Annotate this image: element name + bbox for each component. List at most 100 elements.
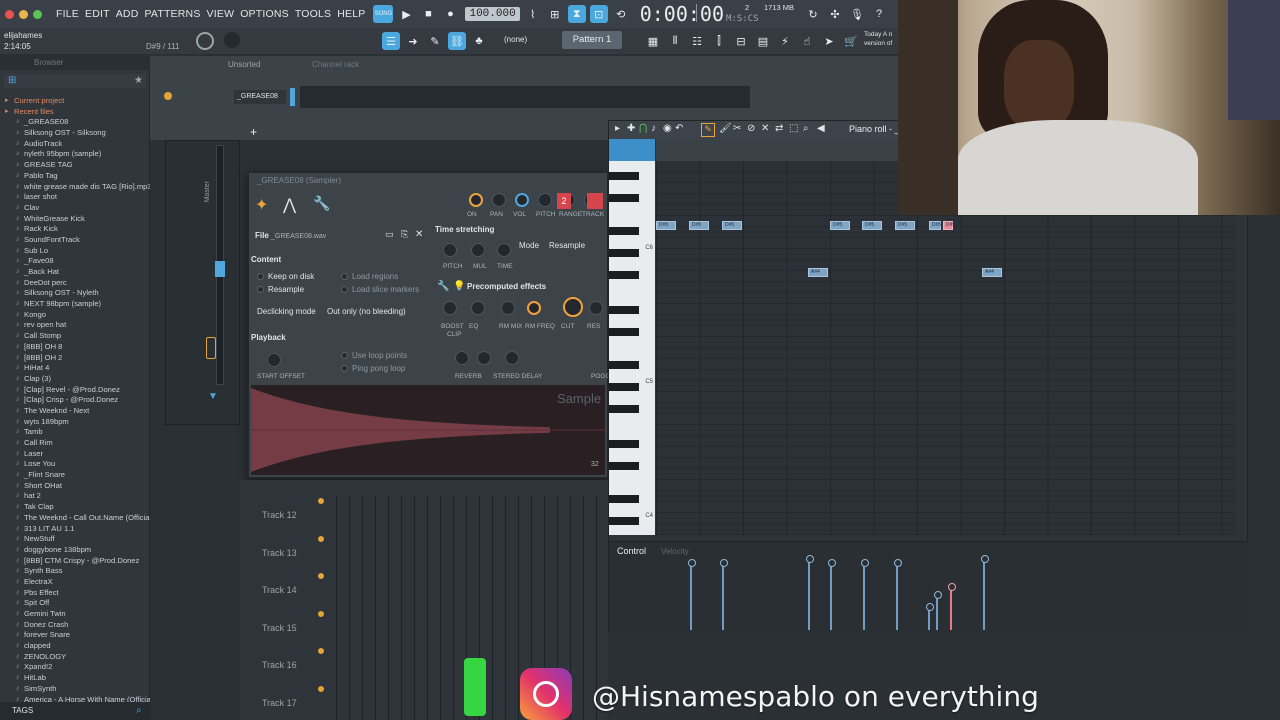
star-icon[interactable]: ★	[134, 75, 143, 86]
mixer-fx-button[interactable]	[206, 337, 216, 359]
browser-item[interactable]: Pbs Effect	[0, 588, 150, 599]
arrow-icon[interactable]: ➜	[404, 32, 422, 50]
browser-item[interactable]: doggybone 138bpm	[0, 545, 150, 556]
record-pr-icon[interactable]: ◉	[663, 123, 672, 134]
load-regions-option[interactable]: Load regions	[341, 272, 398, 281]
keep-on-disk-option[interactable]: Keep on disk	[257, 272, 314, 281]
track-mute-led[interactable]	[318, 648, 324, 654]
reverb-knob[interactable]	[455, 351, 469, 365]
channel-steps[interactable]	[300, 86, 750, 108]
search-icon[interactable]: ⌕	[136, 705, 142, 716]
fx-knob-rm-mix[interactable]	[501, 301, 515, 315]
menu-help[interactable]: HELP	[337, 8, 365, 20]
browser-icon[interactable]: ⊟	[732, 32, 750, 50]
browser-item[interactable]: [Clap] Crisp - @Prod.Donez	[0, 395, 150, 406]
velocity-bar[interactable]	[828, 559, 836, 630]
menu-file[interactable]: FILE	[56, 8, 79, 20]
browser-item[interactable]: _Fave08	[0, 256, 150, 267]
browser-item[interactable]: The Weeknd - Next	[0, 406, 150, 417]
browser-item[interactable]: clapped	[0, 641, 150, 652]
none-selector[interactable]: (none)	[504, 35, 527, 44]
fx-knob-cut[interactable]	[563, 297, 583, 317]
countdown-icon[interactable]: ⧗	[567, 5, 586, 23]
top-knob-on[interactable]	[469, 193, 483, 207]
load-slice-option[interactable]: Load slice markers	[341, 285, 419, 294]
wrench-icon[interactable]: 🔧	[313, 195, 330, 212]
load-regions-check[interactable]	[341, 273, 348, 281]
browser-item[interactable]: Donez Crash	[0, 620, 150, 631]
browser-item[interactable]: Tamb	[0, 427, 150, 438]
sampler-settings-icon[interactable]: ✦	[255, 195, 268, 215]
pitch-knob[interactable]	[443, 243, 457, 257]
black-key[interactable]	[609, 306, 639, 314]
browser-item[interactable]: [Clap] Revel - @Prod.Donez	[0, 385, 150, 396]
browser-item[interactable]: Synth Bass	[0, 566, 150, 577]
resample-radio[interactable]	[257, 286, 264, 294]
browser-item[interactable]: nyleth 95bpm (sample)	[0, 149, 150, 160]
browser-item[interactable]: Sub Lo	[0, 246, 150, 257]
select-icon[interactable]: ⬚	[789, 123, 798, 134]
browser-item[interactable]: HitLab	[0, 673, 150, 684]
speaker-icon[interactable]: ◀	[817, 123, 825, 134]
mixer-fader[interactable]	[215, 261, 225, 277]
undo-icon[interactable]: ↶	[675, 123, 683, 134]
menu-patterns[interactable]: PATTERNS	[144, 8, 200, 20]
maximize-icon[interactable]	[33, 9, 42, 19]
channel-mute-led[interactable]	[164, 92, 172, 100]
arrow-right-icon[interactable]: ➤	[820, 32, 838, 50]
browser-item[interactable]: _GREASE08	[0, 117, 150, 128]
browser-item[interactable]: Clav	[0, 203, 150, 214]
start-offset-knob[interactable]	[267, 353, 281, 367]
track-mute-led[interactable]	[318, 573, 324, 579]
top-knob-pitch[interactable]	[538, 193, 552, 207]
browser-item[interactable]: Laser	[0, 449, 150, 460]
black-key[interactable]	[609, 383, 639, 391]
fx-knob-boost[interactable]	[443, 301, 457, 315]
black-key[interactable]	[609, 194, 639, 202]
menu-options[interactable]: OPTIONS	[240, 8, 289, 20]
top-knob-pan[interactable]	[492, 193, 506, 207]
resample-option[interactable]: Resample	[257, 285, 304, 294]
arrow-right-icon-pr[interactable]: ▸	[615, 123, 620, 134]
channel-number[interactable]: 2	[557, 193, 571, 209]
playlist-icon[interactable]: ☰	[382, 32, 400, 50]
browser-item[interactable]: NEXT 98bpm (sample)	[0, 299, 150, 310]
browser-item[interactable]: Lose You	[0, 459, 150, 470]
track-mute-led[interactable]	[318, 535, 324, 542]
black-key[interactable]	[609, 271, 639, 279]
song-mode-toggle[interactable]: SONG	[373, 5, 394, 23]
minimize-icon[interactable]	[19, 9, 28, 19]
channel-rack-icon[interactable]: ☷	[688, 32, 706, 50]
keep-on-disk-radio[interactable]	[257, 273, 264, 281]
delete-icon[interactable]: ⊘	[747, 123, 755, 134]
tempo-display[interactable]: 100.000	[465, 7, 520, 21]
velocity-bar[interactable]	[688, 559, 696, 630]
menu-add[interactable]: ADD	[116, 8, 139, 20]
black-key[interactable]	[609, 361, 639, 369]
browser-item[interactable]: forever Snare	[0, 630, 150, 641]
black-key[interactable]	[609, 328, 639, 336]
close-file-icon[interactable]: ✕	[415, 229, 423, 240]
browser-item[interactable]: white grease made dis TAG [Rio].mp3	[0, 182, 150, 193]
browser-item[interactable]: laser shot	[0, 192, 150, 203]
black-key[interactable]	[609, 440, 639, 448]
mul-knob[interactable]	[471, 243, 485, 257]
stop-icon[interactable]: ■	[419, 5, 437, 23]
fx-knob-rm-freq[interactable]	[527, 301, 541, 315]
ping-pong-check[interactable]	[341, 365, 348, 373]
note[interactable]: D#5	[895, 220, 915, 230]
help-icon[interactable]: ?	[870, 5, 888, 23]
arrow-down-icon[interactable]: ▼	[208, 391, 218, 402]
velocity-bar[interactable]	[934, 591, 942, 630]
metronome-icon[interactable]: ⌇	[524, 5, 542, 23]
browser-item[interactable]: hat 2	[0, 491, 150, 502]
browser-item[interactable]: Call Rim	[0, 438, 150, 449]
browser-item[interactable]: _Back Hat	[0, 267, 150, 278]
track-mute-led[interactable]	[318, 685, 324, 692]
velocity-bar[interactable]	[926, 603, 934, 630]
zoom-value[interactable]: 32	[591, 461, 599, 468]
envelope-icon[interactable]: ⋀	[283, 195, 296, 215]
black-key[interactable]	[609, 227, 639, 235]
folder-icon[interactable]: ▭	[385, 229, 394, 240]
menu-tools[interactable]: TOOLS	[295, 8, 331, 20]
